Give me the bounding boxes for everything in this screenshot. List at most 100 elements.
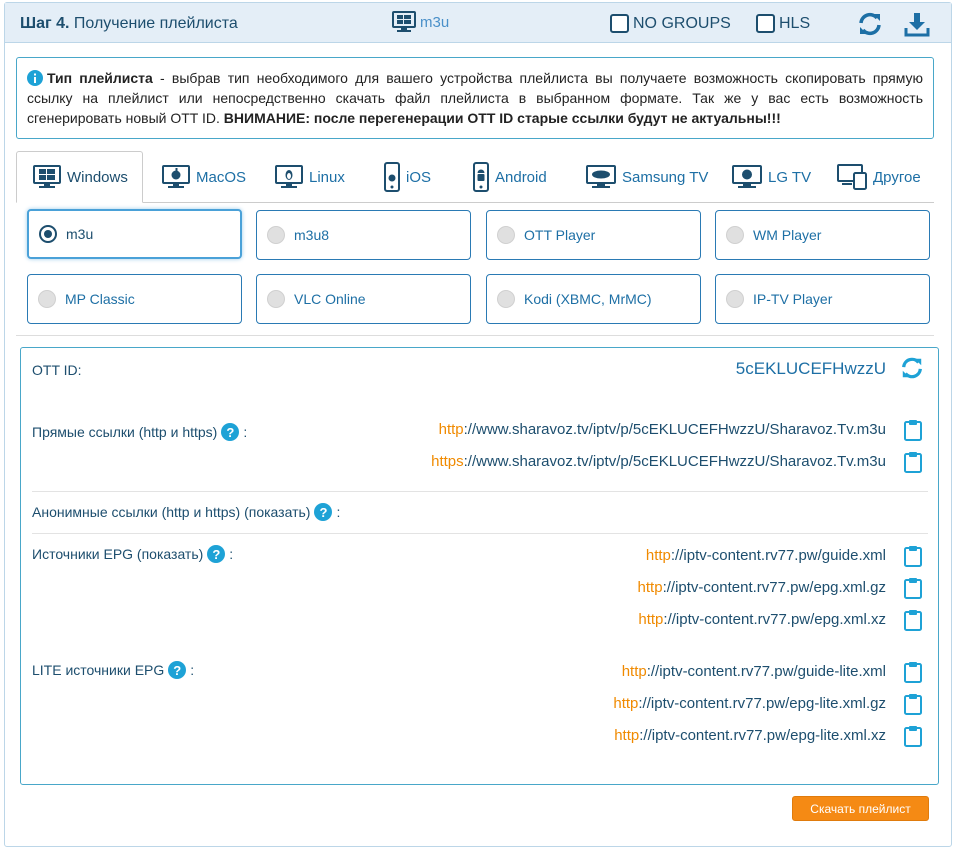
info-lead: Тип плейлиста	[47, 70, 153, 86]
download-playlist-button[interactable]: Скачать плейлист	[792, 796, 929, 821]
no-groups-checkbox[interactable]: NO GROUPS	[610, 14, 731, 33]
help-icon[interactable]: ?	[207, 545, 226, 563]
info-box: Тип плейлиста - выбрав тип необходимого …	[16, 57, 934, 139]
radio[interactable]	[497, 290, 515, 308]
player-option-mp-classic[interactable]: MP Classic	[27, 274, 242, 324]
hls-label: HLS	[779, 14, 811, 32]
clipboard-icon[interactable]	[904, 419, 922, 441]
links-box: OTT ID: 5cEKLUCEFHwzzU Прямые ссылки (ht…	[20, 347, 939, 785]
lite-epg-label: LITE источники EPG ? :	[32, 661, 195, 679]
player-label: m3u	[66, 226, 94, 242]
radio[interactable]	[267, 226, 285, 244]
help-icon[interactable]: ?	[314, 503, 333, 521]
tab-label: iOS	[406, 168, 432, 186]
radio[interactable]	[726, 226, 744, 244]
lite-epg-link[interactable]: http://iptv-content.rv77.pw/epg-lite.xml…	[613, 695, 886, 712]
help-icon[interactable]: ?	[221, 423, 240, 441]
player-label: WM Player	[753, 227, 822, 243]
android-phone-icon	[473, 162, 489, 192]
radio[interactable]	[267, 290, 285, 308]
epg-link[interactable]: http://iptv-content.rv77.pw/epg.xml.xz	[638, 611, 886, 628]
player-option-m3u8[interactable]: m3u8	[256, 210, 471, 260]
player-option-wm-player[interactable]: WM Player	[715, 210, 930, 260]
clipboard-icon[interactable]	[904, 545, 922, 567]
info-icon	[27, 70, 43, 86]
linux-monitor-icon	[275, 165, 303, 188]
tab-windows[interactable]: Windows	[16, 151, 143, 203]
regenerate-ott-icon[interactable]	[900, 356, 924, 380]
refresh-icon[interactable]	[857, 11, 883, 37]
anonymous-links-label[interactable]: Анонимные ссылки (http и https) (показат…	[32, 503, 340, 521]
player-option-ott-player[interactable]: OTT Player	[486, 210, 701, 260]
clipboard-icon[interactable]	[904, 451, 922, 473]
apple-monitor-icon	[162, 165, 190, 188]
direct-link-https[interactable]: https://www.sharavoz.tv/iptv/p/5cEKLUCEF…	[431, 453, 886, 470]
player-option-vlc-online[interactable]: VLC Online	[256, 274, 471, 324]
clipboard-icon[interactable]	[904, 609, 922, 631]
divider	[32, 491, 928, 492]
tab-linux[interactable]: Linux	[275, 151, 345, 203]
checkbox-box[interactable]	[610, 14, 629, 33]
clipboard-icon[interactable]	[904, 725, 922, 747]
os-tabs: Windows MacOS Linux iOS Android Samsung …	[16, 151, 934, 203]
no-groups-label: NO GROUPS	[633, 14, 731, 32]
player-label: OTT Player	[524, 227, 596, 243]
divider	[16, 335, 934, 336]
player-option-kodi[interactable]: Kodi (XBMC, MrMC)	[486, 274, 701, 324]
clipboard-icon[interactable]	[904, 693, 922, 715]
clipboard-icon[interactable]	[904, 661, 922, 683]
playlist-panel: Шаг 4. Получение плейлиста m3u NO GROUPS…	[4, 2, 952, 847]
radio-selected[interactable]	[39, 225, 57, 243]
checkbox-box[interactable]	[756, 14, 775, 33]
tab-label: LG TV	[768, 168, 812, 186]
player-option-m3u[interactable]: m3u	[27, 209, 242, 259]
lite-epg-link[interactable]: http://iptv-content.rv77.pw/guide-lite.x…	[622, 663, 886, 680]
ott-id-value: 5cEKLUCEFHwzzU	[735, 359, 886, 378]
player-label: IP-TV Player	[753, 291, 833, 307]
tab-ios[interactable]: iOS	[384, 151, 431, 203]
epg-sources-label[interactable]: Источники EPG (показать) ? :	[32, 545, 233, 563]
step-title-text: Получение плейлиста	[73, 15, 238, 32]
help-icon[interactable]: ?	[168, 661, 187, 679]
player-option-iptv-player[interactable]: IP-TV Player	[715, 274, 930, 324]
tab-macos[interactable]: MacOS	[162, 151, 246, 203]
download-icon[interactable]	[904, 11, 930, 37]
tab-android[interactable]: Android	[473, 151, 547, 203]
step-title: Шаг 4. Получение плейлиста	[20, 15, 238, 33]
player-label: Kodi (XBMC, MrMC)	[524, 291, 652, 307]
player-label: MP Classic	[65, 291, 135, 307]
info-warning: ВНИМАНИЕ: после перегенерации OTT ID ста…	[223, 110, 781, 126]
tab-lg-tv[interactable]: LG TV	[732, 151, 811, 203]
format-label: m3u	[420, 13, 450, 31]
windows-icon	[33, 165, 61, 188]
radio[interactable]	[497, 226, 515, 244]
hls-checkbox[interactable]: HLS	[756, 14, 810, 33]
epg-link[interactable]: http://iptv-content.rv77.pw/guide.xml	[646, 547, 886, 564]
devices-icon	[837, 164, 867, 190]
tab-label: MacOS	[196, 168, 247, 186]
lite-epg-link[interactable]: http://iptv-content.rv77.pw/epg-lite.xml…	[614, 727, 886, 744]
tab-other[interactable]: Другое	[837, 151, 921, 203]
tab-label: Samsung TV	[622, 168, 709, 186]
direct-link-http[interactable]: http://www.sharavoz.tv/iptv/p/5cEKLUCEFH…	[439, 421, 886, 438]
iphone-icon	[384, 162, 400, 192]
ott-id-label: OTT ID:	[32, 362, 82, 378]
epg-link[interactable]: http://iptv-content.rv77.pw/epg.xml.gz	[638, 579, 886, 596]
clipboard-icon[interactable]	[904, 577, 922, 599]
direct-links-label: Прямые ссылки (http и https) ? :	[32, 423, 248, 441]
radio[interactable]	[38, 290, 56, 308]
format-indicator: m3u	[392, 11, 449, 33]
tab-label: Windows	[67, 168, 128, 186]
player-label: m3u8	[294, 227, 330, 243]
player-label: VLC Online	[294, 291, 366, 307]
panel-header: Шаг 4. Получение плейлиста m3u NO GROUPS…	[5, 3, 951, 43]
samsung-tv-icon	[586, 165, 616, 188]
tab-samsung-tv[interactable]: Samsung TV	[586, 151, 708, 203]
divider	[32, 533, 928, 534]
tab-label: Android	[495, 168, 547, 186]
radio[interactable]	[726, 290, 744, 308]
windows-monitor-icon	[392, 11, 416, 32]
tab-label: Linux	[309, 168, 345, 186]
lg-tv-icon	[732, 165, 762, 188]
step-number: Шаг 4.	[20, 15, 70, 32]
